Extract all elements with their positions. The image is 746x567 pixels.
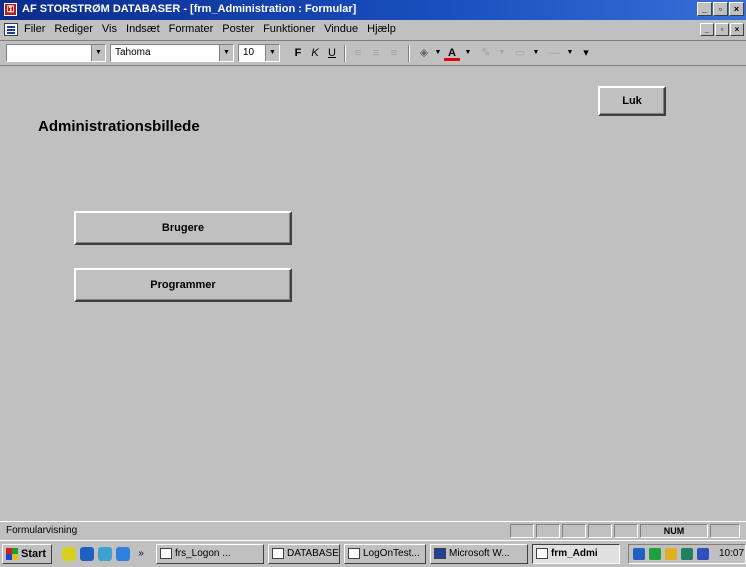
- object-combo[interactable]: ▼: [6, 44, 106, 62]
- form-document-icon[interactable]: [4, 23, 18, 36]
- menu-formater[interactable]: Formater: [169, 23, 214, 35]
- font-size-combo[interactable]: 10 ▼: [238, 44, 280, 62]
- status-text: Formularvisning: [6, 525, 78, 536]
- taskbar: Start » frs_Logon ... DATABASER LogOnTes…: [0, 540, 746, 567]
- start-button[interactable]: Start: [2, 544, 52, 564]
- close-form-button[interactable]: Luk: [598, 86, 666, 116]
- maximize-button[interactable]: ▫: [713, 2, 728, 16]
- status-panel: [710, 524, 740, 538]
- status-panel: [536, 524, 560, 538]
- network-icon[interactable]: [633, 548, 645, 560]
- word-icon: [434, 548, 446, 559]
- font-name-combo[interactable]: Tahoma ▼: [110, 44, 234, 62]
- status-bar: Formularvisning NUM: [0, 521, 746, 540]
- users-button[interactable]: Brugere: [74, 211, 292, 245]
- italic-button[interactable]: K: [307, 45, 323, 61]
- system-tray: 10:07: [628, 544, 746, 564]
- align-center-icon[interactable]: ≡: [368, 45, 384, 61]
- chevron-down-icon[interactable]: ▼: [494, 45, 510, 61]
- menu-bar: Filer Rediger Vis Indsæt Formater Poster…: [0, 20, 746, 41]
- task-button-logon[interactable]: frs_Logon ...: [156, 544, 264, 564]
- page-title: Administrationsbillede: [38, 118, 200, 135]
- tray-app-icon[interactable]: [665, 548, 677, 560]
- align-right-icon[interactable]: ≡: [386, 45, 402, 61]
- form-icon: [160, 548, 172, 559]
- start-label: Start: [21, 548, 47, 560]
- task-label: Microsoft W...: [449, 548, 510, 559]
- menu-filer[interactable]: Filer: [24, 23, 45, 35]
- antivirus-icon[interactable]: [649, 548, 661, 560]
- access-app-icon[interactable]: ⚿: [4, 3, 17, 16]
- line-color-icon[interactable]: ✎: [478, 45, 494, 61]
- formatting-toolbar: ▼ Tahoma ▼ 10 ▼ F K U ≡ ≡ ≡ ◈ ▼ A ▼ ✎ ▼ …: [0, 41, 746, 66]
- font-color-icon[interactable]: A: [444, 45, 460, 61]
- tray-app-icon[interactable]: [697, 548, 709, 560]
- bold-button[interactable]: F: [290, 45, 306, 61]
- menu-items: Filer Rediger Vis Indsæt Formater Poster…: [24, 23, 396, 35]
- menu-rediger[interactable]: Rediger: [54, 23, 93, 35]
- chevron-down-icon[interactable]: ▼: [562, 45, 578, 61]
- internet-explorer-icon[interactable]: [80, 547, 94, 561]
- status-panel: [510, 524, 534, 538]
- menu-funktioner[interactable]: Funktioner: [263, 23, 315, 35]
- document-window-controls: _ ▫ ×: [700, 23, 744, 36]
- align-left-icon[interactable]: ≡: [350, 45, 366, 61]
- chevron-down-icon[interactable]: ▼: [528, 45, 544, 61]
- close-window-button[interactable]: ×: [729, 2, 744, 16]
- window-controls: _ ▫ ×: [697, 2, 744, 16]
- chevron-down-icon[interactable]: ▼: [91, 45, 105, 61]
- task-label: frm_Admi: [551, 548, 598, 559]
- tray-app-icon[interactable]: [681, 548, 693, 560]
- doc-restore-button[interactable]: ▫: [715, 23, 729, 36]
- show-desktop-icon[interactable]: [62, 547, 76, 561]
- task-button-databaser[interactable]: DATABASER: [268, 544, 340, 564]
- font-name-value: Tahoma: [115, 47, 151, 58]
- database-icon: [272, 548, 284, 559]
- window-title-bar[interactable]: ⚿ AF STORSTRØM DATABASER - [frm_Administ…: [0, 0, 746, 20]
- clock[interactable]: 10:07: [719, 548, 744, 559]
- quick-launch-more-icon[interactable]: »: [134, 547, 148, 561]
- task-label: DATABASER: [287, 548, 339, 559]
- menu-vindue[interactable]: Vindue: [324, 23, 358, 35]
- menu-vis[interactable]: Vis: [102, 23, 117, 35]
- underline-button[interactable]: U: [324, 45, 340, 61]
- special-effect-icon[interactable]: —: [546, 45, 562, 61]
- programs-button[interactable]: Programmer: [74, 268, 292, 302]
- doc-minimize-button[interactable]: _: [700, 23, 714, 36]
- minimize-button[interactable]: _: [697, 2, 712, 16]
- status-panel: [588, 524, 612, 538]
- num-lock-indicator: NUM: [640, 524, 708, 538]
- form-icon: [536, 548, 548, 559]
- doc-close-button[interactable]: ×: [730, 23, 744, 36]
- border-width-icon[interactable]: ▭: [512, 45, 528, 61]
- document-icon: [348, 548, 360, 559]
- status-panel: [562, 524, 586, 538]
- chevron-down-icon[interactable]: ▼: [460, 45, 476, 61]
- task-button-logontest[interactable]: LogOnTest...: [344, 544, 426, 564]
- menu-hjaelp[interactable]: Hjælp: [367, 23, 396, 35]
- toolbar-options-icon[interactable]: ▾: [578, 45, 594, 61]
- quick-launch-icon[interactable]: [116, 547, 130, 561]
- window-title: AF STORSTRØM DATABASER - [frm_Administra…: [22, 3, 357, 15]
- chevron-down-icon[interactable]: ▼: [265, 45, 279, 61]
- windows-logo-icon: [6, 548, 18, 560]
- form-canvas: Administrationsbillede Luk Brugere Progr…: [0, 66, 746, 520]
- menu-indsaet[interactable]: Indsæt: [126, 23, 160, 35]
- task-label: LogOnTest...: [363, 548, 420, 559]
- outlook-express-icon[interactable]: [98, 547, 112, 561]
- toolbar-separator: [344, 45, 346, 62]
- task-button-word[interactable]: Microsoft W...: [430, 544, 528, 564]
- chevron-down-icon[interactable]: ▼: [219, 45, 233, 61]
- status-panel: [614, 524, 638, 538]
- toolbar-separator: [408, 45, 410, 62]
- menu-poster[interactable]: Poster: [222, 23, 254, 35]
- task-button-admin[interactable]: frm_Admi: [532, 544, 620, 564]
- font-size-value: 10: [243, 47, 255, 58]
- task-label: frs_Logon ...: [175, 548, 231, 559]
